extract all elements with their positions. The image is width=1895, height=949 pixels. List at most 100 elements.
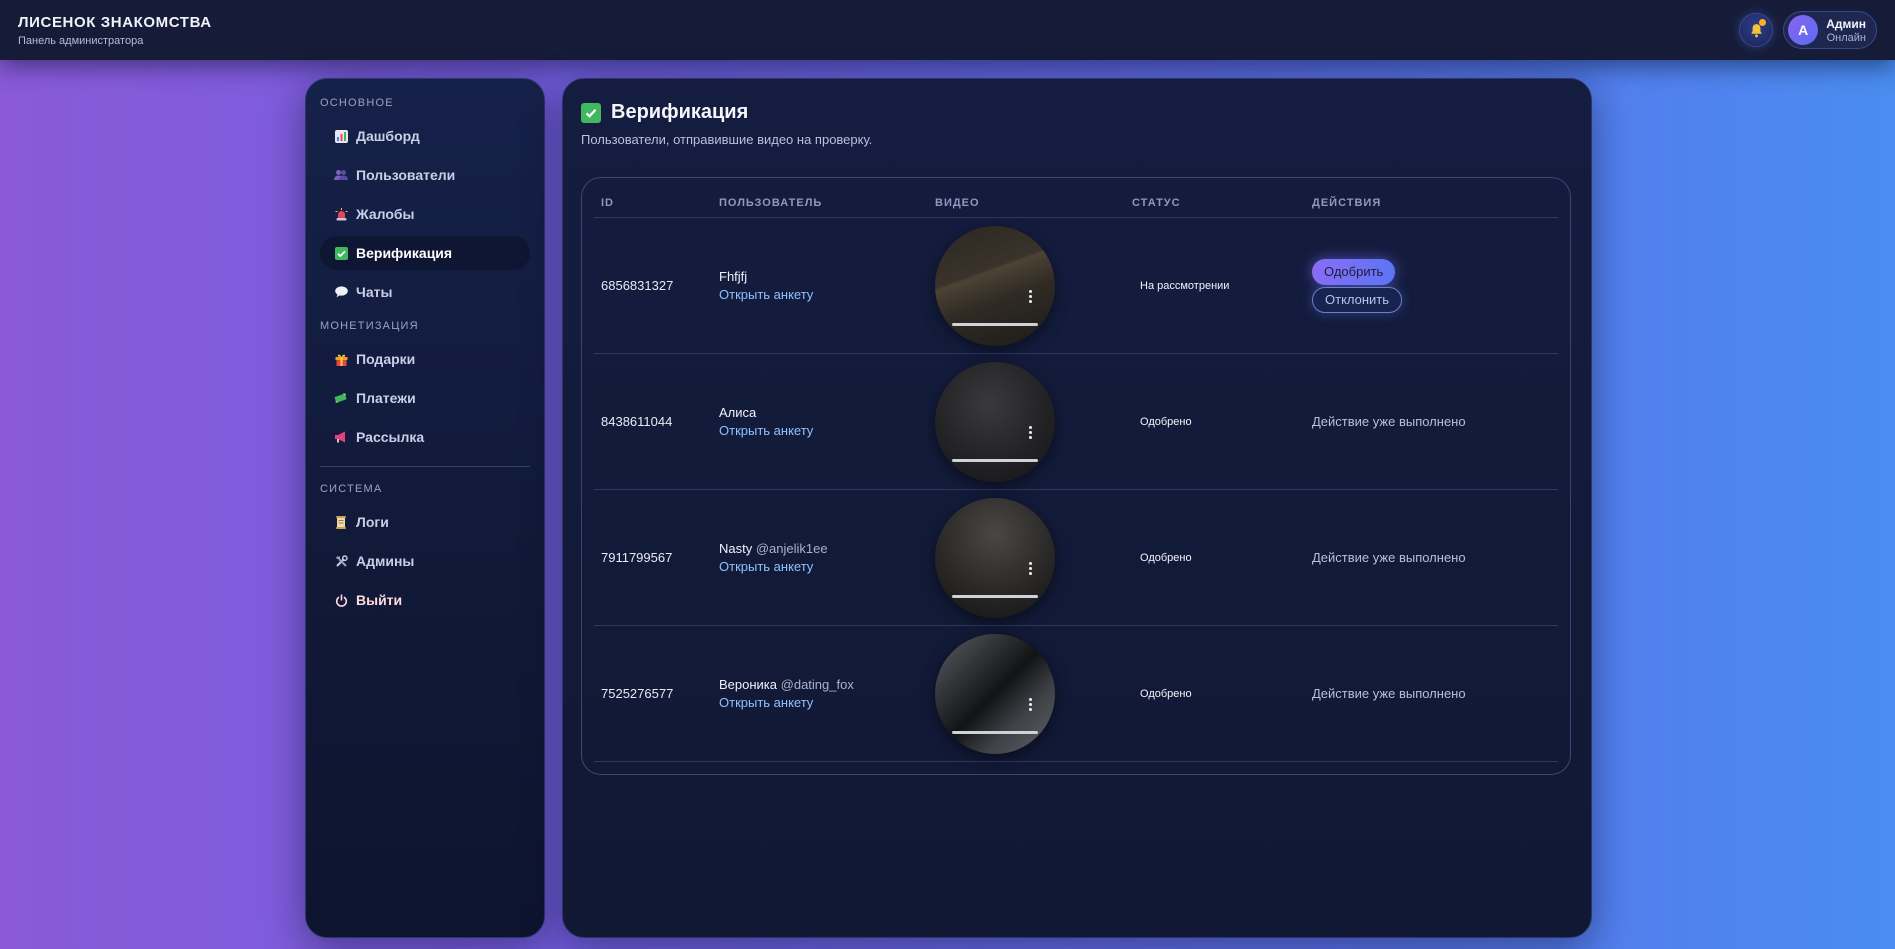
user-id: 8438611044 bbox=[601, 414, 673, 429]
more-options-icon[interactable] bbox=[1029, 289, 1033, 303]
sidebar-item-users[interactable]: Пользователи bbox=[320, 158, 530, 192]
user-id: 6856831327 bbox=[601, 278, 674, 293]
user-name: Вероника @dating_fox bbox=[719, 677, 935, 692]
page-title: Верификация bbox=[581, 101, 1573, 124]
megaphone-icon bbox=[334, 430, 348, 444]
video-progress-bar[interactable] bbox=[952, 730, 1038, 734]
user-display-name: Nasty bbox=[719, 541, 753, 556]
action-done-text: Действие уже выполнено bbox=[1312, 686, 1466, 701]
open-profile-link[interactable]: Открыть анкету bbox=[719, 423, 935, 438]
video-player[interactable] bbox=[935, 497, 1055, 618]
users-icon bbox=[334, 168, 348, 182]
user-menu[interactable]: A Админ Онлайн bbox=[1783, 11, 1877, 49]
power-icon bbox=[334, 593, 348, 607]
column-header-user: ПОЛЬЗОВАТЕЛЬ bbox=[719, 196, 823, 209]
column-header-status: СТАТУС bbox=[1132, 196, 1181, 209]
sidebar-item-label: Админы bbox=[356, 553, 415, 569]
column-header-id: ID bbox=[601, 196, 614, 209]
sidebar-item-label: Дашборд bbox=[356, 128, 420, 144]
scroll-icon bbox=[334, 515, 348, 529]
notifications-button[interactable] bbox=[1739, 13, 1774, 47]
gift-icon bbox=[334, 352, 348, 366]
siren-icon bbox=[334, 207, 348, 221]
brand-title: ЛИСЕНОК ЗНАКОМСТВА bbox=[18, 13, 212, 31]
video-player[interactable] bbox=[935, 361, 1055, 482]
user-name: Алиса bbox=[719, 405, 935, 420]
bar-chart-icon bbox=[334, 129, 348, 143]
sidebar-item-gifts[interactable]: Подарки bbox=[320, 342, 530, 376]
sidebar-item-label: Подарки bbox=[356, 351, 416, 367]
sidebar-item-logs[interactable]: Логи bbox=[320, 505, 530, 539]
status-text: Одобрено bbox=[1140, 415, 1192, 428]
user-display-name: Fhfjfj bbox=[719, 269, 748, 284]
column-header-actions: ДЕЙСТВИЯ bbox=[1312, 196, 1382, 209]
video-player[interactable] bbox=[935, 225, 1055, 346]
user-name: Fhfjfj bbox=[719, 269, 935, 284]
video-progress-bar[interactable] bbox=[952, 594, 1038, 598]
more-options-icon[interactable] bbox=[1029, 697, 1033, 711]
main-panel: Верификация Пользователи, отправившие ви… bbox=[562, 78, 1592, 938]
open-profile-link[interactable]: Открыть анкету bbox=[719, 287, 935, 302]
tools-icon bbox=[334, 554, 348, 568]
user-cell: Вероника @dating_fox Открыть анкету bbox=[719, 677, 935, 710]
approve-button[interactable]: Одобрить bbox=[1312, 258, 1396, 285]
sidebar-item-label: Чаты bbox=[356, 284, 393, 300]
video-cell bbox=[935, 497, 1132, 618]
user-id: 7911799567 bbox=[601, 550, 673, 565]
page-title-text: Верификация bbox=[611, 101, 749, 123]
speech-bubble-icon bbox=[334, 285, 348, 299]
reject-button[interactable]: Отклонить bbox=[1312, 286, 1403, 313]
column-header-video: ВИДЕО bbox=[935, 196, 980, 209]
user-display-name: Алиса bbox=[719, 405, 757, 420]
check-box-icon bbox=[334, 246, 348, 260]
user-info: Админ Онлайн bbox=[1826, 17, 1866, 44]
user-cell: Nasty @anjelik1ee Открыть анкету bbox=[719, 541, 935, 574]
video-progress-bar[interactable] bbox=[952, 458, 1038, 462]
sidebar: ОСНОВНОЕ Дашборд Пользователи Жалобы Вер… bbox=[305, 78, 545, 938]
brand-subtitle: Панель администратора bbox=[18, 34, 144, 47]
top-right-controls: A Админ Онлайн bbox=[1739, 11, 1877, 49]
video-player[interactable] bbox=[935, 633, 1055, 754]
sidebar-item-dashboard[interactable]: Дашборд bbox=[320, 119, 530, 153]
sidebar-item-label: Жалобы bbox=[356, 206, 415, 222]
video-progress-bar[interactable] bbox=[952, 322, 1038, 326]
top-bar: ЛИСЕНОК ЗНАКОМСТВА Панель администратора… bbox=[0, 0, 1895, 60]
user-id: 7525276577 bbox=[601, 686, 674, 701]
status-text: Одобрено bbox=[1140, 551, 1192, 564]
sidebar-item-label: Верификация bbox=[356, 245, 453, 261]
user-cell: Алиса Открыть анкету bbox=[719, 405, 935, 438]
status-text: Одобрено bbox=[1140, 687, 1192, 700]
section-label-main: ОСНОВНОЕ bbox=[320, 97, 394, 109]
user-name: Админ bbox=[1826, 16, 1866, 31]
user-cell: Fhfjfj Открыть анкету bbox=[719, 269, 935, 302]
open-profile-link[interactable]: Открыть анкету bbox=[719, 559, 935, 574]
sidebar-item-label: Рассылка bbox=[356, 429, 425, 445]
user-handle: @dating_fox bbox=[780, 677, 854, 692]
status-text: На рассмотрении bbox=[1140, 279, 1230, 292]
user-status: Онлайн bbox=[1826, 31, 1866, 44]
avatar: A bbox=[1788, 15, 1819, 45]
user-display-name: Вероника bbox=[719, 677, 778, 692]
sidebar-item-label: Логи bbox=[356, 514, 389, 530]
video-cell bbox=[935, 361, 1132, 482]
more-options-icon[interactable] bbox=[1029, 425, 1033, 439]
action-done-text: Действие уже выполнено bbox=[1312, 550, 1466, 565]
table-row: 7525276577 Вероника @dating_fox Открыть … bbox=[594, 626, 1558, 762]
actions-cell: Одобрить Отклонить bbox=[1312, 258, 1558, 313]
sidebar-divider bbox=[320, 466, 530, 467]
sidebar-item-payments[interactable]: Платежи bbox=[320, 381, 530, 415]
sidebar-item-chats[interactable]: Чаты bbox=[320, 275, 530, 309]
more-options-icon[interactable] bbox=[1029, 561, 1033, 575]
open-profile-link[interactable]: Открыть анкету bbox=[719, 695, 935, 710]
table-row: 7911799567 Nasty @anjelik1ee Открыть анк… bbox=[594, 490, 1558, 626]
sidebar-item-logout[interactable]: Выйти bbox=[320, 583, 530, 617]
user-name: Nasty @anjelik1ee bbox=[719, 541, 935, 556]
sidebar-item-admins[interactable]: Админы bbox=[320, 544, 530, 578]
sidebar-item-mailing[interactable]: Рассылка bbox=[320, 420, 530, 454]
user-handle: @anjelik1ee bbox=[755, 541, 828, 556]
page-subtitle: Пользователи, отправившие видео на прове… bbox=[581, 132, 873, 147]
sidebar-item-complaints[interactable]: Жалобы bbox=[320, 197, 530, 231]
notification-dot bbox=[1759, 19, 1767, 26]
video-cell bbox=[935, 633, 1132, 754]
sidebar-item-verification[interactable]: Верификация bbox=[320, 236, 530, 270]
